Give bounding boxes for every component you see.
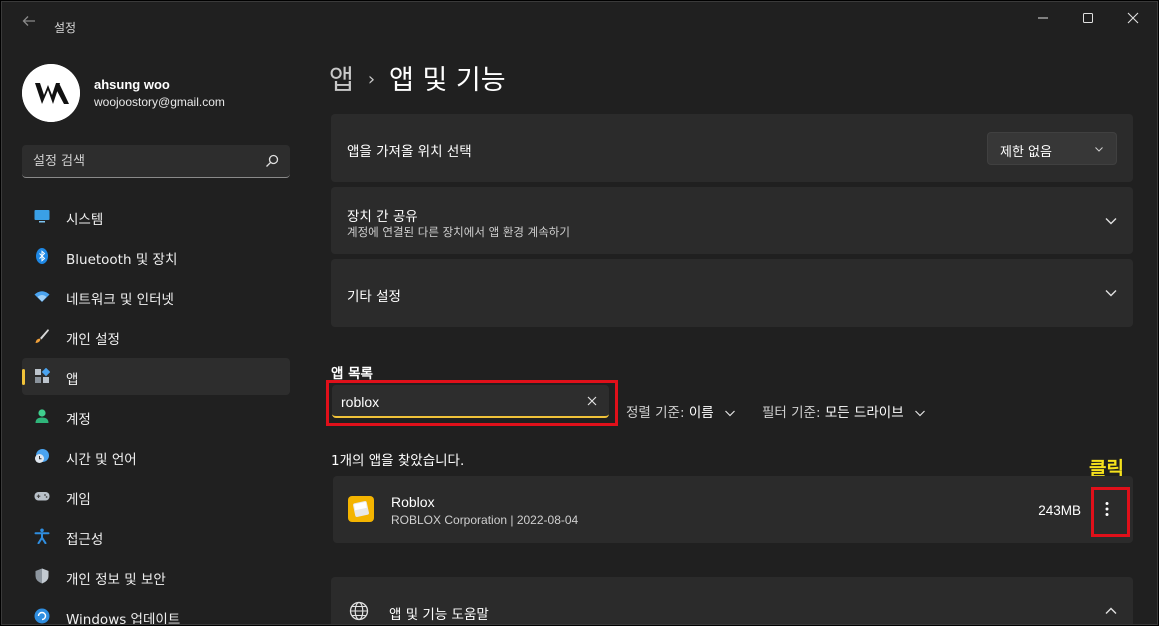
result-count: 1개의 앱을 찾았습니다. <box>331 453 465 469</box>
clock-globe-icon <box>35 449 49 463</box>
more-vertical-icon <box>1105 502 1109 516</box>
clear-icon[interactable] <box>585 394 599 408</box>
settings-search-input[interactable] <box>33 151 253 171</box>
help-title: 앱 및 기능 도움말 <box>389 607 489 623</box>
sidebar-item-label: 앱 <box>66 372 79 388</box>
app-search-input[interactable] <box>341 392 561 412</box>
filter-dropdown[interactable]: 필터 기준: 모든 드라이브 <box>762 401 926 421</box>
chevron-down-icon[interactable] <box>1103 285 1119 301</box>
user-email: woojoostory@gmail.com <box>94 95 225 109</box>
filter-value: 모든 드라이브 <box>824 405 904 421</box>
close-button[interactable] <box>1110 6 1156 34</box>
sidebar-item-label: 게임 <box>66 492 91 508</box>
sidebar-item-label: Windows 업데이트 <box>66 612 181 625</box>
minimize-button[interactable] <box>1020 6 1066 34</box>
minimize-icon <box>1038 17 1048 19</box>
more-options-button[interactable] <box>1093 494 1121 524</box>
gamepad-icon <box>34 492 50 501</box>
sidebar-nav: 시스템 Bluetooth 및 장치 네트워크 및 인터넷 개인 설정 앱 계정… <box>22 198 290 625</box>
avatar[interactable] <box>22 64 80 122</box>
user-name: ahsung woo <box>94 77 170 92</box>
maximize-button[interactable] <box>1065 6 1111 34</box>
sidebar-item-label: 시스템 <box>66 212 104 228</box>
update-icon <box>34 608 50 624</box>
sort-label: 정렬 기준: <box>626 405 685 421</box>
breadcrumb-separator: › <box>367 69 376 90</box>
profile-logo-icon <box>22 64 80 122</box>
back-button[interactable] <box>16 12 42 34</box>
breadcrumb: 앱 › 앱 및 기능 <box>329 58 506 97</box>
share-across-devices-card[interactable]: 장치 간 공유 계정에 연결된 다른 장치에서 앱 환경 계속하기 <box>331 187 1133 254</box>
share-subtitle: 계정에 연결된 다른 장치에서 앱 환경 계속하기 <box>347 225 570 239</box>
globe-icon <box>349 601 369 621</box>
app-publisher-date: ROBLOX Corporation | 2022-08-04 <box>391 513 579 527</box>
close-icon <box>1127 12 1139 24</box>
install-source-value: 제한 없음 <box>1000 145 1052 160</box>
roblox-app-icon <box>348 496 374 522</box>
maximize-icon <box>1083 13 1093 23</box>
filter-label: 필터 기준: <box>762 405 821 421</box>
install-source-title: 앱을 가져올 위치 선택 <box>347 144 472 160</box>
shield-icon <box>35 568 49 584</box>
sidebar-item-personalization[interactable]: 개인 설정 <box>22 318 290 355</box>
brush-icon <box>35 329 49 343</box>
sidebar-item-accessibility[interactable]: 접근성 <box>22 518 290 555</box>
other-settings-card[interactable]: 기타 설정 <box>331 259 1133 327</box>
window-title: 설정 <box>54 21 77 35</box>
sidebar-item-label: Bluetooth 및 장치 <box>66 252 178 268</box>
bluetooth-icon <box>36 248 48 264</box>
sidebar-item-time-language[interactable]: 시간 및 언어 <box>22 438 290 475</box>
list-item[interactable]: Roblox ROBLOX Corporation | 2022-08-04 2… <box>333 476 1133 543</box>
apps-icon <box>35 368 50 383</box>
other-settings-title: 기타 설정 <box>347 289 401 305</box>
search-icon[interactable] <box>264 153 280 169</box>
app-search-box[interactable] <box>332 385 609 418</box>
app-list-title: 앱 목록 <box>331 366 373 382</box>
sidebar-item-apps[interactable]: 앱 <box>22 358 290 395</box>
person-icon <box>35 409 49 423</box>
accessibility-icon <box>34 528 50 544</box>
chevron-down-icon[interactable] <box>1103 213 1119 229</box>
chevron-down-icon <box>725 410 735 417</box>
page-title: 앱 및 기능 <box>389 65 506 96</box>
install-source-card: 앱을 가져올 위치 선택 제한 없음 <box>331 114 1133 182</box>
sort-dropdown[interactable]: 정렬 기준: 이름 <box>626 401 736 421</box>
chevron-down-icon <box>915 410 925 417</box>
sidebar-item-system[interactable]: 시스템 <box>22 198 290 235</box>
sidebar-item-label: 개인 설정 <box>66 332 120 348</box>
app-name: Roblox <box>391 494 435 510</box>
back-arrow-icon <box>22 16 35 26</box>
settings-search[interactable] <box>22 145 290 178</box>
breadcrumb-parent[interactable]: 앱 <box>329 65 354 96</box>
app-size: 243MB <box>1038 503 1081 518</box>
sidebar-item-label: 접근성 <box>66 532 104 548</box>
install-source-dropdown[interactable]: 제한 없음 <box>987 132 1117 165</box>
chevron-down-icon <box>1095 147 1103 152</box>
sidebar-item-label: 네트워크 및 인터넷 <box>66 292 174 308</box>
settings-window: 설정 ahsung woo woojoostory@gmail.com 시스템 <box>1 1 1158 625</box>
sidebar-item-label: 개인 정보 및 보안 <box>66 572 166 588</box>
sidebar-item-network[interactable]: 네트워크 및 인터넷 <box>22 278 290 315</box>
chevron-up-icon[interactable] <box>1103 603 1119 619</box>
title-bar: 설정 <box>2 2 1157 42</box>
help-card[interactable]: 앱 및 기능 도움말 <box>331 577 1133 624</box>
sort-value: 이름 <box>688 405 714 421</box>
sidebar-item-accounts[interactable]: 계정 <box>22 398 290 435</box>
monitor-icon <box>34 210 50 223</box>
sidebar-item-gaming[interactable]: 게임 <box>22 478 290 515</box>
sidebar-item-bluetooth[interactable]: Bluetooth 및 장치 <box>22 238 290 275</box>
wifi-icon <box>34 291 50 302</box>
sidebar-item-privacy[interactable]: 개인 정보 및 보안 <box>22 558 290 595</box>
share-title: 장치 간 공유 <box>347 209 418 225</box>
sidebar-item-label: 시간 및 언어 <box>66 452 137 468</box>
sidebar-item-windows-update[interactable]: Windows 업데이트 <box>22 598 290 625</box>
sidebar-item-label: 계정 <box>66 412 91 428</box>
